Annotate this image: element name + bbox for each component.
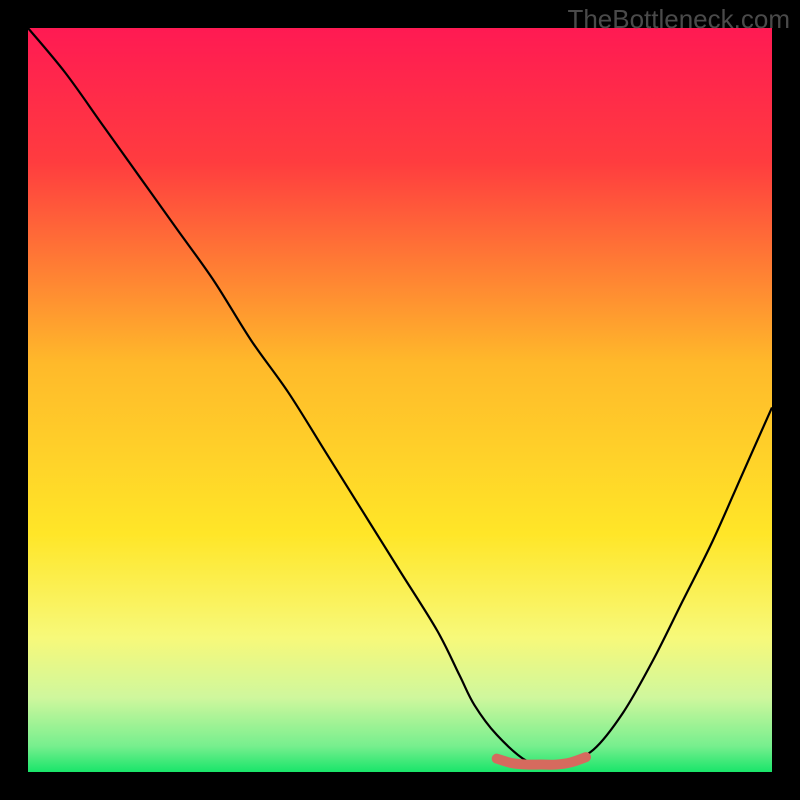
gradient-background [28, 28, 772, 772]
plot-svg [28, 28, 772, 772]
plot-area [28, 28, 772, 772]
chart-frame: TheBottleneck.com [0, 0, 800, 800]
watermark-text: TheBottleneck.com [567, 4, 790, 35]
